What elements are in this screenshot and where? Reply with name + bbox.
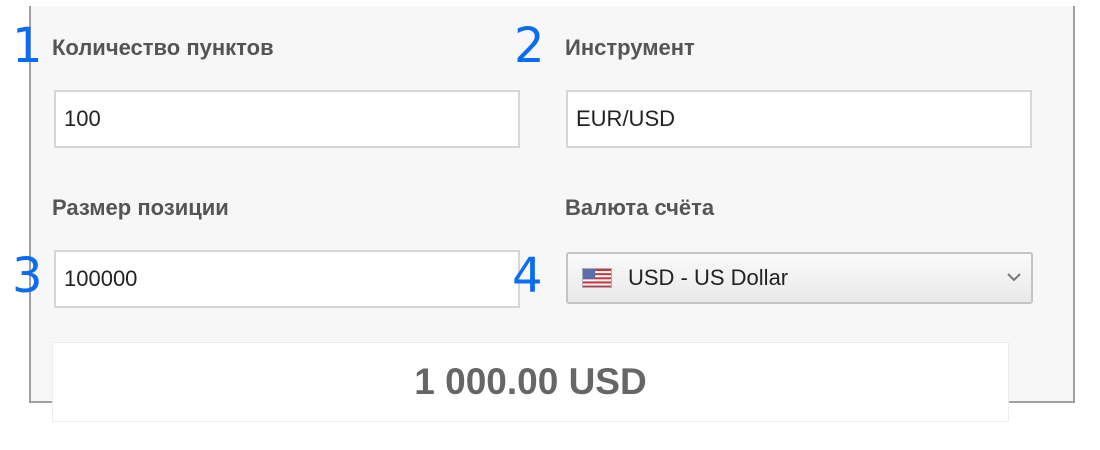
instrument-input[interactable]: EUR/USD	[566, 90, 1032, 148]
chevron-down-icon	[1007, 273, 1021, 282]
pips-input[interactable]: 100	[54, 90, 520, 148]
pips-label: Количество пунктов	[52, 35, 274, 60]
us-flag-icon	[582, 268, 612, 288]
position-size-value: 100000	[64, 266, 138, 291]
step-number-4: 4	[512, 248, 543, 304]
step-number-1: 1	[12, 18, 43, 74]
instrument-label: Инструмент	[565, 35, 695, 60]
account-currency-value: USD - US Dollar	[628, 265, 789, 290]
position-size-label: Размер позиции	[52, 195, 229, 220]
result-display: 1 000.00 USD	[52, 342, 1009, 422]
account-currency-select[interactable]: USD - US Dollar	[566, 252, 1033, 304]
instrument-value: EUR/USD	[576, 106, 676, 131]
account-currency-label: Валюта счёта	[565, 195, 715, 220]
step-number-3: 3	[12, 248, 43, 304]
position-size-input[interactable]: 100000	[54, 250, 520, 308]
step-number-2: 2	[514, 18, 545, 74]
pips-value: 100	[64, 106, 101, 131]
result-value: 1 000.00 USD	[414, 361, 647, 402]
